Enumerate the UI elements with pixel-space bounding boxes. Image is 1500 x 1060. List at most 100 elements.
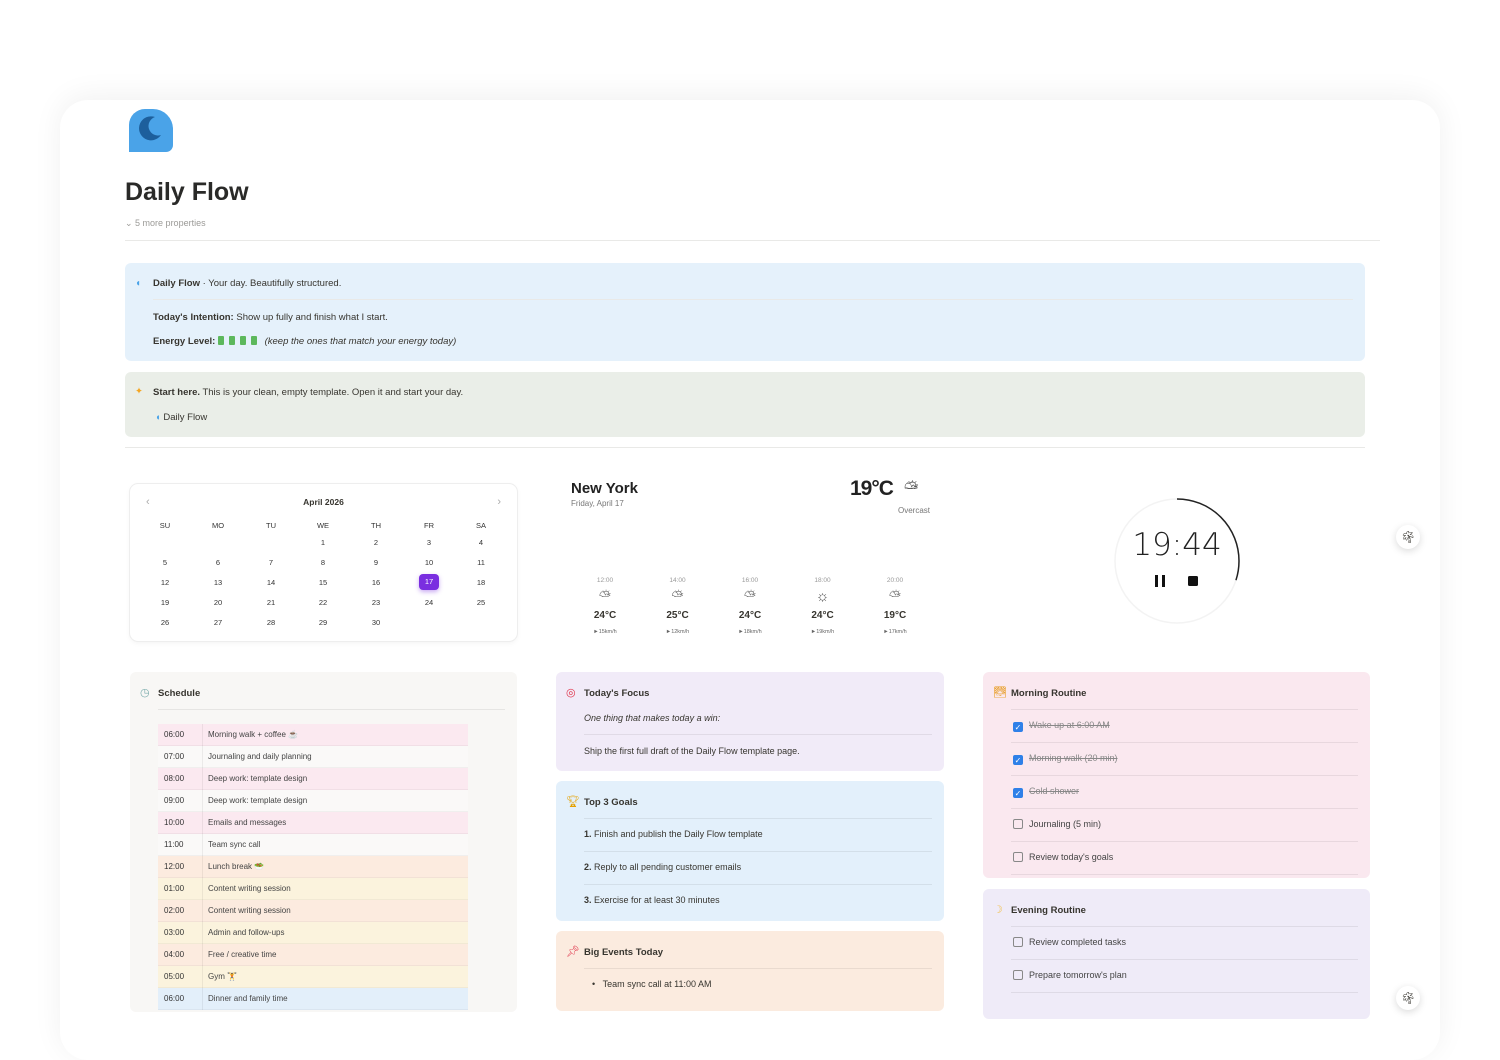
schedule-row[interactable]: 12:00 Lunch break 🥗 [158, 856, 468, 878]
calendar-day[interactable]: 28 [261, 618, 281, 627]
pushpin-icon: 📌︎ [566, 946, 580, 958]
battery-icon [239, 336, 246, 345]
checklist-item[interactable]: ✓ Wake up at 6:00 AM [1013, 720, 1110, 732]
calendar-day[interactable]: 2 [366, 538, 386, 547]
calendar-day[interactable]: 26 [155, 618, 175, 627]
calendar-day[interactable]: 29 [313, 618, 333, 627]
focus-panel: ◎ Today's Focus One thing that makes tod… [556, 672, 944, 771]
schedule-row[interactable]: 01:00 Content writing session [158, 878, 468, 900]
checkbox[interactable] [1013, 937, 1023, 947]
schedule-event: Free / creative time [202, 944, 276, 966]
calendar-day[interactable]: 8 [313, 558, 333, 567]
focus-title: Today's Focus [584, 688, 650, 699]
goal-item[interactable]: 1. Finish and publish the Daily Flow tem… [584, 829, 763, 839]
calendar-day[interactable]: 13 [208, 578, 228, 587]
calendar-day[interactable]: 16 [366, 578, 386, 587]
checkbox[interactable] [1013, 819, 1023, 829]
calendar-day[interactable]: 25 [471, 598, 491, 607]
schedule-row[interactable]: 11:00 Team sync call [158, 834, 468, 856]
checkbox-checked[interactable]: ✓ [1013, 722, 1023, 732]
current-temp: 19°C [850, 477, 894, 500]
calendar-day[interactable]: 18 [471, 578, 491, 587]
checklist-item[interactable]: Prepare tomorrow's plan [1013, 970, 1127, 980]
weather-city: New York [571, 480, 638, 497]
checkbox[interactable] [1013, 970, 1023, 980]
schedule-row[interactable]: 06:00 Morning walk + coffee ☕ [158, 724, 468, 746]
focus-text[interactable]: Ship the first full draft of the Daily F… [584, 746, 800, 756]
calendar-day[interactable]: 3 [419, 538, 439, 547]
schedule-row[interactable]: 04:00 Free / creative time [158, 944, 468, 966]
calendar-day[interactable]: 5 [155, 558, 175, 567]
calendar-day[interactable]: 12 [155, 578, 175, 587]
checkbox-checked[interactable]: ✓ [1013, 788, 1023, 798]
calendar-day[interactable]: 15 [313, 578, 333, 587]
schedule-time: 09:00 [164, 796, 185, 805]
calendar-day[interactable]: 19 [155, 598, 175, 607]
calendar-day[interactable]: 7 [261, 558, 281, 567]
calendar-day[interactable]: 21 [261, 598, 281, 607]
palm-tree-button[interactable]: 🌴︎ [1396, 986, 1420, 1010]
schedule-row[interactable]: 03:00 Admin and follow-ups [158, 922, 468, 944]
hour-forecast: 12:00 ⛅︎ 24°C ►15km/h [575, 577, 635, 635]
calendar-day[interactable]: 6 [208, 558, 228, 567]
checkbox[interactable] [1013, 852, 1023, 862]
calendar-day[interactable]: 22 [313, 598, 333, 607]
schedule-row[interactable]: 09:00 Deep work: template design [158, 790, 468, 812]
calendar-month: April 2026 [303, 497, 344, 507]
daily-flow-link[interactable]: ◖ Daily Flow [155, 412, 207, 423]
schedule-row[interactable]: 10:00 Emails and messages [158, 812, 468, 834]
calendar-day[interactable]: 27 [208, 618, 228, 627]
moon-icon: ☽ [993, 904, 1003, 916]
divider [125, 447, 1365, 448]
stop-button[interactable] [1188, 576, 1198, 586]
sunrise-icon: 🌅︎ [993, 687, 1007, 699]
intention-text: Show up fully and finish what I start. [233, 312, 388, 323]
checklist-item[interactable]: Review completed tasks [1013, 937, 1126, 947]
schedule-row[interactable]: 08:00 Deep work: template design [158, 768, 468, 790]
calendar-day[interactable]: 20 [208, 598, 228, 607]
event-item[interactable]: • Team sync call at 11:00 AM [592, 979, 712, 989]
schedule-panel: ◷ Schedule 06:00 Morning walk + coffee ☕ 0… [130, 672, 517, 1012]
calendar-day[interactable]: 14 [261, 578, 281, 587]
pause-button[interactable] [1155, 575, 1165, 587]
checkbox-checked[interactable]: ✓ [1013, 755, 1023, 765]
goal-item[interactable]: 3. Exercise for at least 30 minutes [584, 895, 720, 905]
schedule-event: Content writing session [202, 900, 291, 922]
hour-wind: ►12km/h [665, 629, 690, 635]
partly-cloudy-icon: ⛅︎ [743, 588, 756, 605]
calendar-day[interactable]: 10 [419, 558, 439, 567]
schedule-time: 12:00 [164, 862, 185, 871]
checklist-item[interactable]: ✓ Cold shower [1013, 786, 1079, 798]
schedule-row[interactable]: 02:00 Content writing session [158, 900, 468, 922]
calendar-day[interactable]: 17 [419, 574, 439, 590]
more-properties-toggle[interactable]: ⌄ 5 more properties [125, 218, 206, 229]
target-icon: ◎ [566, 687, 576, 699]
hour-time: 16:00 [741, 577, 759, 584]
calendar-day[interactable]: 23 [366, 598, 386, 607]
checklist-item[interactable]: Review today's goals [1013, 852, 1113, 862]
calendar-day[interactable]: 11 [471, 558, 491, 567]
schedule-time: 06:00 [164, 730, 185, 739]
checklist-item[interactable]: Journaling (5 min) [1013, 819, 1101, 829]
palm-tree-button[interactable]: 🌴︎ [1396, 525, 1420, 549]
schedule-row[interactable]: 05:00 Gym 🏋 [158, 966, 468, 988]
calendar-day[interactable]: 1 [313, 538, 333, 547]
calendar-day[interactable]: 30 [366, 618, 386, 627]
weekday-label: TH [371, 521, 381, 530]
wave-icon: ◖ [135, 278, 142, 289]
battery-icon [217, 336, 224, 345]
wave-logo-icon [129, 109, 173, 152]
checklist-item[interactable]: ✓ Morning walk (20 min) [1013, 753, 1118, 765]
hour-wind: ►17km/h [883, 629, 907, 635]
trophy-icon: 🏆︎ [566, 796, 580, 808]
calendar-day[interactable]: 9 [366, 558, 386, 567]
goal-item[interactable]: 2. Reply to all pending customer emails [584, 862, 741, 872]
calendar-day[interactable]: 4 [471, 538, 491, 547]
calendar-day[interactable]: 24 [419, 598, 439, 607]
schedule-event: Journaling and daily planning [202, 746, 312, 768]
schedule-row[interactable]: 07:00 Journaling and daily planning [158, 746, 468, 768]
energy-label: Energy Level: [153, 336, 216, 347]
schedule-row[interactable]: 06:00 Dinner and family time [158, 988, 468, 1010]
schedule-time: 06:00 [164, 994, 185, 1003]
schedule-event: Morning walk + coffee ☕ [202, 724, 298, 746]
